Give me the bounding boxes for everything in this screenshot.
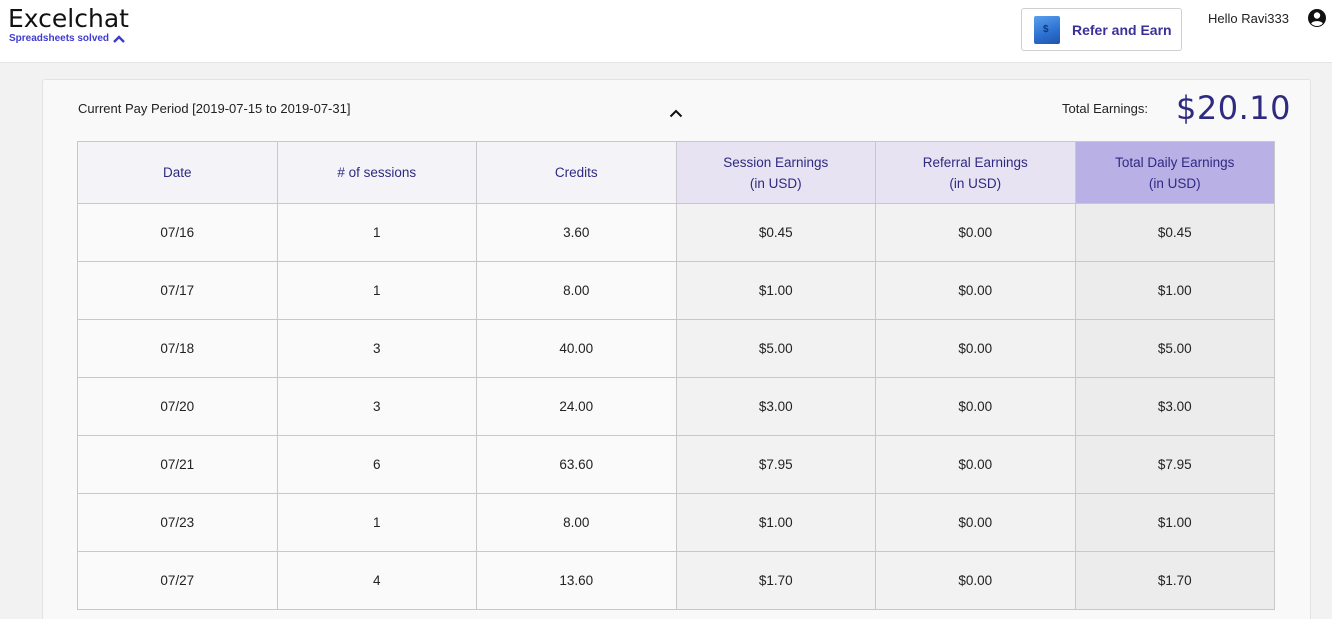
- session-earnings-cell: $1.00: [675, 261, 876, 320]
- total-daily-earnings-cell: $1.00: [1074, 261, 1275, 320]
- table-row: 07/18 3 40.00 $5.00 $0.00 $5.00: [77, 319, 1275, 378]
- credits-cell: 3.60: [476, 203, 677, 262]
- logo-subtitle: Spreadsheets solved: [9, 33, 110, 44]
- column-header-label: Credits: [554, 165, 598, 180]
- table-row: 07/16 1 3.60 $0.45 $0.00 $0.45: [77, 203, 1275, 262]
- refer-and-earn-label: Refer and Earn: [1072, 21, 1172, 38]
- column-header-date: Date: [77, 141, 278, 204]
- date-cell: 07/17: [77, 261, 278, 320]
- logo-title: Excelchat: [8, 4, 129, 33]
- logo[interactable]: Excelchat Spreadsheets solved: [8, 5, 129, 45]
- dollar-gift-icon: $: [1034, 15, 1060, 44]
- credits-cell: 8.00: [476, 261, 677, 320]
- total-daily-earnings-cell: $1.00: [1074, 493, 1275, 552]
- column-header-label: Total Daily Earnings: [1115, 154, 1235, 170]
- date-cell: 07/27: [77, 551, 278, 610]
- total-daily-earnings-cell: $3.00: [1074, 377, 1275, 436]
- refer-and-earn-button[interactable]: $ Refer and Earn: [1021, 8, 1182, 51]
- column-header-label: Date: [162, 165, 192, 180]
- referral-earnings-cell: $0.00: [875, 493, 1076, 552]
- referral-earnings-cell: $0.00: [875, 203, 1076, 262]
- sessions-cell: 4: [276, 551, 477, 610]
- table-header-row: Date # of sessions Credits Session Earni…: [77, 141, 1275, 204]
- session-earnings-cell: $0.45: [675, 203, 876, 262]
- session-earnings-cell: $3.00: [675, 377, 876, 436]
- logo-subtitle-row: Spreadsheets solved: [9, 33, 129, 45]
- referral-earnings-cell: $0.00: [875, 261, 1076, 320]
- session-earnings-cell: $1.00: [675, 493, 876, 552]
- total-daily-earnings-cell: $7.95: [1074, 435, 1275, 494]
- column-header-label: Session Earnings: [723, 154, 829, 170]
- sessions-cell: 6: [276, 435, 477, 494]
- table-row: 07/20 3 24.00 $3.00 $0.00 $3.00: [77, 377, 1275, 436]
- pay-period-title: Current Pay Period [2019-07-15 to 2019-0…: [78, 101, 351, 116]
- referral-earnings-cell: $0.00: [875, 551, 1076, 610]
- column-header-credits: Credits: [476, 141, 677, 204]
- credits-cell: 40.00: [476, 319, 677, 378]
- credits-cell: 8.00: [476, 493, 677, 552]
- user-greeting: Hello Ravi333: [1208, 11, 1289, 26]
- date-cell: 07/21: [77, 435, 278, 494]
- column-header-label: # of sessions: [337, 165, 417, 180]
- column-header-label: Referral Earnings: [922, 154, 1028, 170]
- session-earnings-cell: $5.00: [675, 319, 876, 378]
- table-row: 07/17 1 8.00 $1.00 $0.00 $1.00: [77, 261, 1275, 320]
- table-row: 07/23 1 8.00 $1.00 $0.00 $1.00: [77, 493, 1275, 552]
- column-header-unit: (in USD): [1148, 175, 1201, 191]
- total-daily-earnings-cell: $0.45: [1074, 203, 1275, 262]
- column-header-session-earnings: Session Earnings (in USD): [675, 141, 876, 204]
- table-row: 07/21 6 63.60 $7.95 $0.00 $7.95: [77, 435, 1275, 494]
- referral-earnings-cell: $0.00: [875, 435, 1076, 494]
- referral-earnings-cell: $0.00: [875, 319, 1076, 378]
- credits-cell: 63.60: [476, 435, 677, 494]
- sessions-cell: 1: [276, 261, 477, 320]
- column-header-total-daily-earnings: Total Daily Earnings (in USD): [1074, 141, 1275, 204]
- credits-cell: 13.60: [476, 551, 677, 610]
- chevron-up-icon[interactable]: [669, 108, 683, 118]
- date-cell: 07/18: [77, 319, 278, 378]
- sessions-cell: 1: [276, 493, 477, 552]
- referral-earnings-cell: $0.00: [875, 377, 1076, 436]
- sessions-cell: 3: [276, 319, 477, 378]
- chevron-up-icon: [113, 35, 125, 43]
- session-earnings-cell: $7.95: [675, 435, 876, 494]
- sessions-cell: 1: [276, 203, 477, 262]
- credits-cell: 24.00: [476, 377, 677, 436]
- daily-earnings-table: Date # of sessions Credits Session Earni…: [77, 141, 1275, 610]
- column-header-referral-earnings: Referral Earnings (in USD): [875, 141, 1076, 204]
- session-earnings-cell: $1.70: [675, 551, 876, 610]
- total-daily-earnings-cell: $1.70: [1074, 551, 1275, 610]
- sessions-cell: 3: [276, 377, 477, 436]
- column-header-unit: (in USD): [749, 175, 802, 191]
- date-cell: 07/23: [77, 493, 278, 552]
- date-cell: 07/20: [77, 377, 278, 436]
- total-earnings-value: $20.10: [1176, 89, 1291, 127]
- total-daily-earnings-cell: $5.00: [1074, 319, 1275, 378]
- top-bar: Excelchat Spreadsheets solved $ Refer an…: [0, 0, 1332, 63]
- account-circle-icon[interactable]: [1307, 8, 1327, 28]
- column-header-unit: (in USD): [949, 175, 1002, 191]
- column-header-sessions: # of sessions: [276, 141, 477, 204]
- total-earnings-label: Total Earnings:: [1062, 101, 1148, 116]
- date-cell: 07/16: [77, 203, 278, 262]
- table-row: 07/27 4 13.60 $1.70 $0.00 $1.70: [77, 551, 1275, 610]
